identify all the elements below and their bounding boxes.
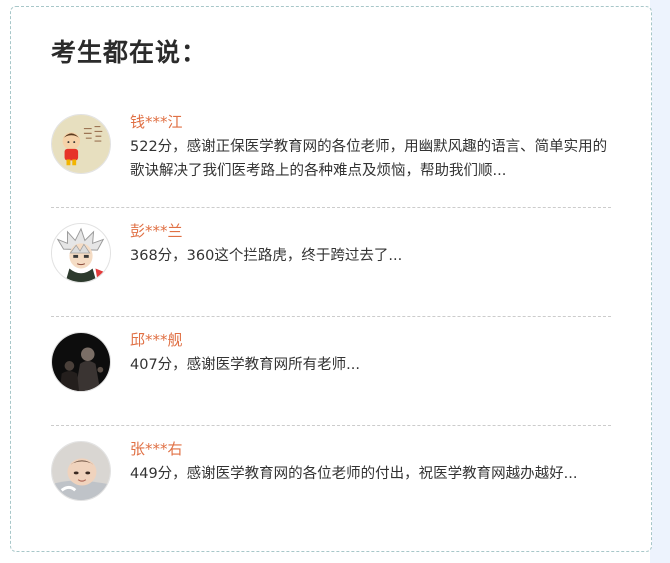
anime-character-avatar-image bbox=[52, 224, 110, 282]
testimonial-text: 邱***舰 407分，感谢医学教育网所有老师... bbox=[130, 329, 611, 377]
avatar-anime-character[interactable] bbox=[51, 223, 111, 283]
testimonial-text: 彭***兰 368分，360这个拦路虎，终于跨过去了... bbox=[130, 220, 611, 268]
avatar-baby-photo[interactable] bbox=[51, 441, 111, 501]
dark-photo-avatar-image bbox=[52, 333, 110, 391]
testimonial-item: 钱***江 522分，感谢正保医学教育网的各位老师，用幽默风趣的语言、简单实用的… bbox=[51, 99, 611, 208]
testimonial-list: 钱***江 522分，感谢正保医学教育网的各位老师，用幽默风趣的语言、简单实用的… bbox=[51, 99, 611, 535]
testimonial-item: 邱***舰 407分，感谢医学教育网所有老师... bbox=[51, 317, 611, 426]
testimonial-item: 张***右 449分，感谢医学教育网的各位老师的付出，祝医学教育网越办越好... bbox=[51, 426, 611, 535]
student-name[interactable]: 钱***江 bbox=[130, 111, 611, 133]
avatar-cartoon-boy[interactable] bbox=[51, 114, 111, 174]
student-name[interactable]: 张***右 bbox=[130, 438, 611, 460]
section-title: 考生都在说： bbox=[51, 38, 208, 67]
student-comment[interactable]: 522分，感谢正保医学教育网的各位老师，用幽默风趣的语言、简单实用的歌诀解决了我… bbox=[130, 135, 611, 183]
sidebar-background bbox=[650, 0, 670, 563]
avatar-dark-photo[interactable] bbox=[51, 332, 111, 392]
baby-photo-avatar-image bbox=[52, 442, 110, 500]
student-comment[interactable]: 368分，360这个拦路虎，终于跨过去了... bbox=[130, 244, 611, 268]
testimonial-text: 钱***江 522分，感谢正保医学教育网的各位老师，用幽默风趣的语言、简单实用的… bbox=[130, 111, 611, 183]
testimonial-item: 彭***兰 368分，360这个拦路虎，终于跨过去了... bbox=[51, 208, 611, 317]
cartoon-boy-avatar-image bbox=[52, 115, 110, 173]
testimonial-text: 张***右 449分，感谢医学教育网的各位老师的付出，祝医学教育网越办越好... bbox=[130, 438, 611, 486]
student-name[interactable]: 邱***舰 bbox=[130, 329, 611, 351]
testimonials-panel: 考生都在说： 钱***江 522分，感谢正保医学教育网的各位老师，用幽默风趣的语… bbox=[10, 6, 652, 552]
testimonial-page: 考生都在说： 钱***江 522分，感谢正保医学教育网的各位老师，用幽默风趣的语… bbox=[0, 0, 670, 563]
student-comment[interactable]: 449分，感谢医学教育网的各位老师的付出，祝医学教育网越办越好... bbox=[130, 462, 611, 486]
student-name[interactable]: 彭***兰 bbox=[130, 220, 611, 242]
student-comment[interactable]: 407分，感谢医学教育网所有老师... bbox=[130, 353, 611, 377]
